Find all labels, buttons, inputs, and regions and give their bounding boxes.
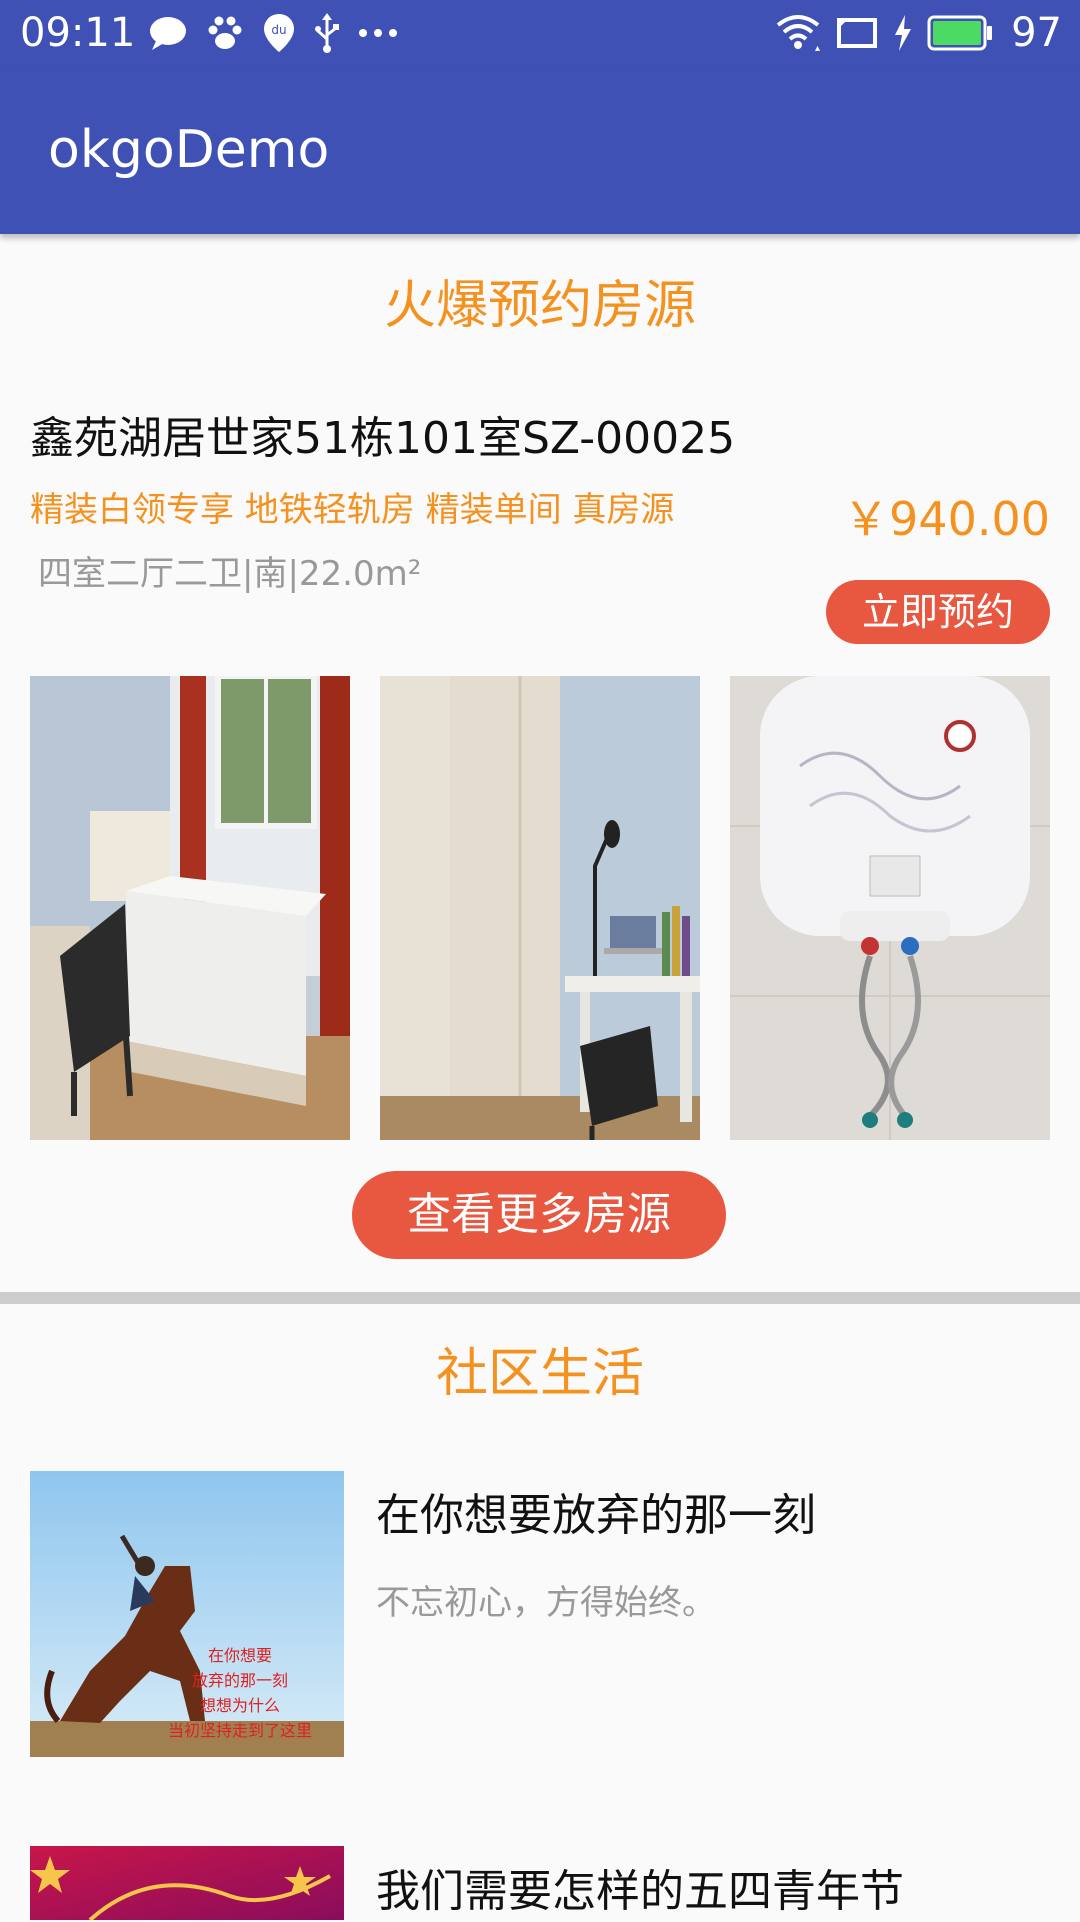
article-thumbnail-caption: 在你想要 放弃的那一刻 想想为什么 当初坚持走到了这里 [150,1643,330,1743]
article-title[interactable]: 我们需要怎样的五四青年节 [376,1862,904,1922]
section-divider [0,1292,1080,1304]
app-title: okgoDemo [48,120,330,180]
hot-listings-title: 火爆预约房源 [383,276,696,336]
caption-line: 想想为什么 [199,1696,280,1715]
app-bar: okgoDemo [0,68,1080,234]
water-heater-photo[interactable] [730,676,1050,1140]
svg-text:▴: ▴ [815,43,820,53]
book-now-button[interactable]: 立即预约 [826,580,1050,644]
more-listings-button[interactable]: 查看更多房源 [352,1171,726,1259]
paw-icon [208,16,242,49]
svg-text:du: du [271,23,286,37]
status-bar: 09:11 du ▴ 97 [0,0,1080,68]
more-dots-icon [359,29,397,37]
wifi-icon: ▴ [776,15,820,53]
community-title: 社区生活 [435,1344,644,1404]
caption-line: 当初坚持走到了这里 [167,1721,312,1740]
status-icons-right: ▴ 97 [775,8,1062,58]
battery-icon [927,15,993,51]
caption-line: 放弃的那一刻 [191,1671,288,1690]
listing-tags: 精装白领专享 地铁轻轨房 精装单间 真房源 [30,490,675,530]
usb-icon [315,13,339,53]
chat-bubble-icon [150,17,186,50]
bedroom-photo[interactable] [30,676,350,1140]
article-thumbnail[interactable] [30,1846,344,1920]
listing-name[interactable]: 鑫苑湖居世家51栋101室SZ-00025 [30,408,735,470]
article-thumbnail[interactable]: 在你想要 放弃的那一刻 想想为什么 当初坚持走到了这里 [30,1471,344,1757]
status-time: 09:11 [20,10,136,56]
screen-cast-icon [837,18,878,48]
article-summary: 不忘初心，方得始终。 [376,1583,716,1623]
article-title[interactable]: 在你想要放弃的那一刻 [376,1486,816,1546]
listing-info: 四室二厅二卫|南|22.0m² [38,554,422,594]
charging-icon [895,15,912,51]
battery-level-text: 97 [1011,10,1062,56]
caption-line: 在你想要 [207,1646,272,1665]
desk-wardrobe-photo[interactable] [380,676,700,1140]
status-icons-left: du [148,10,398,56]
du-location-icon: du [264,14,294,52]
listing-price: ￥940.00 [843,492,1050,546]
